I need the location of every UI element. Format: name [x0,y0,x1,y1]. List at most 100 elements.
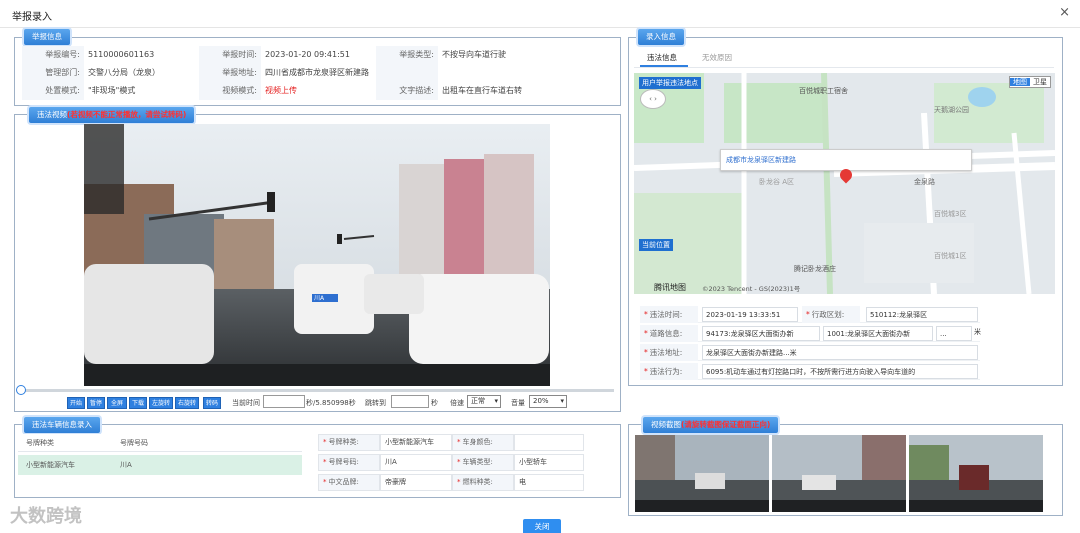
detail-plate-no-label: * 号牌号码: [318,454,380,471]
place-label-6: 百悦城1区 [934,252,967,260]
speed-label: 倍速 [450,399,464,407]
detail-vehicle-type-value: 小型轿车 [514,454,584,471]
screenshots-tag: 视频截图(请旋转截图保证截面正向) [643,417,779,433]
current-time-input[interactable] [263,395,305,408]
report-type-value: 不按导向车道行驶 [442,50,506,59]
dept-value: 交警八分局（龙泉） [88,68,160,77]
video-tag-label: 违法视频 [37,110,67,119]
row-plate-number: 川A [120,461,132,469]
volume-select[interactable]: 20% ▾ [529,395,567,408]
tencent-map-logo: 腾讯地图 [654,283,686,292]
road-select-1[interactable]: 94173:龙泉驿区大面街办新 [702,326,820,341]
road-select-2[interactable]: 1001:龙泉驿区大面街办新 [823,326,933,341]
close-button[interactable]: 关闭 [523,519,561,533]
screenshot-thumb-3[interactable] [909,435,1043,512]
map-zoom-control[interactable]: ‹ › [640,89,666,109]
address-label: * 违法地址: [640,344,698,361]
detail-plate-type-label: * 号牌种类: [318,434,380,451]
place-label-1: 百悦城职工宿舍 [799,87,848,95]
address-input[interactable]: 龙泉驿区大面街办新建路...米 [702,345,978,360]
watermark: 大数跨境 [10,506,82,527]
place-label-7: 腾记卧龙酒庄 [794,265,836,273]
map-type-toggle[interactable]: 地图 卫星 [1009,76,1051,88]
plate-table-row[interactable]: 小型新能源汽车 川A [18,455,302,475]
violation-time-label: * 违法时间: [640,306,698,323]
tabs-divider [634,67,1054,68]
play-button[interactable]: 开始 [67,397,85,409]
col-plate-type: 号牌种类 [26,439,54,447]
report-time-value: 2023-01-20 09:41:51 [265,50,350,59]
road-row: * 道路信息: 94173:龙泉驿区大面街办新 1001:龙泉驿区大面街办新 ..… [640,325,981,342]
screenshot-thumb-2[interactable] [772,435,906,512]
map-tab[interactable]: 地图 [1010,78,1030,86]
video-progress-track[interactable] [22,389,614,392]
screenshots-warning: (请旋转截图保证截面正向) [681,420,771,429]
entry-tag: 录入信息 [638,29,684,45]
close-icon[interactable]: × [1059,5,1070,20]
description-label: 文字描述: [376,82,438,100]
tab-invalid-reason[interactable]: 无效原因 [702,52,732,63]
road-extra-input[interactable]: ... [936,326,972,341]
fullscreen-button[interactable]: 全屏 [107,397,127,409]
detail-color-value [514,434,584,451]
detail-fuel-value: 电 [514,474,584,491]
chevron-down-icon: ▾ [494,397,498,405]
detail-plate-type-value: 小型新能源汽车 [380,434,452,451]
behavior-row: * 违法行为: 6095:机动车通过有灯控路口时，不按所需行进方向驶入导向车道的 [640,363,980,380]
jump-unit: 秒 [431,399,438,407]
rotate-left-button[interactable]: 左旋转 [149,397,173,409]
detail-plate-no-value: 川A [380,454,452,471]
report-address-value: 四川省成都市龙泉驿区新建路 [265,68,369,77]
video-player[interactable]: 川A [84,124,550,386]
video-mode-label: 视频模式: [199,82,261,100]
place-label-2: 天鹅湖公园 [934,106,969,114]
report-type-label: 举报类型: [376,46,438,64]
plate-table-header: 号牌种类 号牌号码 [18,434,302,452]
video-tag: 违法视频(若视频不能正常播放，请尝试转码) [29,107,195,123]
place-label-4: 金泉路 [914,178,935,186]
place-label-5: 百悦城3区 [934,210,967,218]
video-progress-handle[interactable] [16,385,26,395]
plate-sign: 川A [314,295,325,302]
road-unit: 米 [974,328,981,336]
volume-label: 音量 [511,399,525,407]
duration-text: 秒/5.850998秒 [306,399,356,407]
report-number-label: 举报编号: [22,46,84,64]
popup-address: 成都市龙泉驿区新建路 [726,156,796,164]
report-info-tag: 举报信息 [24,29,70,45]
tab-violation-info[interactable]: 违法信息 [647,52,677,63]
rotate-right-button[interactable]: 右旋转 [175,397,199,409]
col-plate-number: 号牌号码 [120,439,148,447]
map-view[interactable]: 用户举报违法地点 ‹ › 地图 卫星 百悦城职工宿舍 天鹅湖公园 卧龙谷 A区 金… [634,73,1055,294]
mode-value: "非现场"模式 [88,86,136,95]
description-value: 出租车在直行车道右转 [442,86,522,95]
violation-time-input[interactable]: 2023-01-19 13:33:51 [702,307,798,322]
chevron-down-icon: ▾ [560,397,564,405]
video-warning: (若视频不能正常播放，请尝试转码) [67,110,187,119]
speed-value: 正常 [471,397,485,405]
map-copyright: ©2023 Tencent - GS(2023)1号 [702,285,801,293]
detail-vehicle-type-label: * 车辆类型: [452,454,514,471]
volume-value: 20% [533,397,549,405]
report-number-value: 5110000601163 [88,50,155,59]
jump-input[interactable] [391,395,429,408]
map-tiles [634,73,1055,294]
screenshot-thumb-1[interactable] [635,435,769,512]
speed-select[interactable]: 正常 ▾ [467,395,501,408]
transcode-button[interactable]: 转码 [203,397,221,409]
current-position-label[interactable]: 当前位置 [639,239,673,251]
dialog-titlebar: 举报录入 × [0,0,1080,28]
address-row: * 违法地址: 龙泉驿区大面街办新建路...米 [640,344,980,361]
pause-button[interactable]: 暂停 [87,397,105,409]
satellite-tab[interactable]: 卫星 [1030,78,1050,86]
detail-color-label: * 车身颜色: [452,434,514,451]
behavior-select[interactable]: 6095:机动车通过有灯控路口时，不按所需行进方向驶入导向车道的 [702,364,978,379]
plate-tag: 违法车辆信息录入 [24,417,100,433]
report-time-label: 举报时间: [199,46,261,64]
jump-label: 跳转到 [365,399,386,407]
video-mode-value: 视频上传 [265,86,297,95]
road-label: * 道路信息: [640,325,698,342]
download-button[interactable]: 下载 [129,397,147,409]
report-address-label: 举报地址: [199,64,261,82]
district-select[interactable]: 510112:龙泉驿区 [866,307,978,322]
